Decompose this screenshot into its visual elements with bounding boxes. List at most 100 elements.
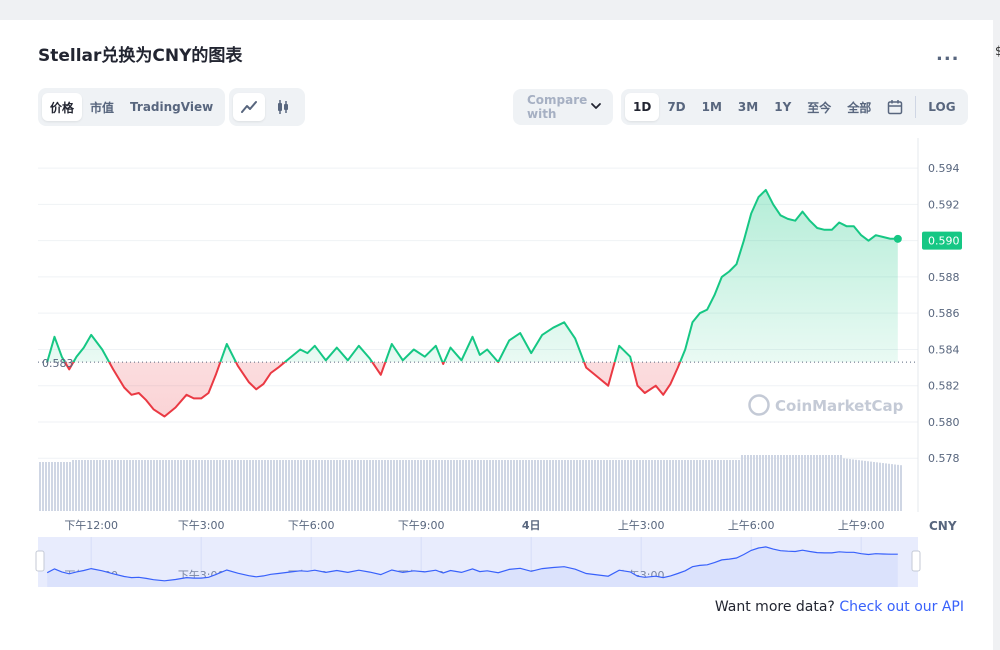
volume-bar	[99, 460, 101, 511]
volume-bar	[39, 462, 41, 511]
volume-bar	[120, 460, 122, 511]
volume-bar	[804, 455, 806, 511]
volume-bar	[456, 460, 458, 511]
volume-bar	[462, 460, 464, 511]
volume-bar	[453, 460, 455, 511]
volume-bar	[591, 460, 593, 511]
volume-bar	[420, 460, 422, 511]
volume-bar	[549, 460, 551, 511]
volume-bar	[882, 463, 884, 511]
volume-bar	[249, 460, 251, 511]
volume-bar	[654, 460, 656, 511]
volume-bar	[411, 460, 413, 511]
volume-bar	[147, 460, 149, 511]
volume-bar	[585, 460, 587, 511]
volume-bar	[540, 460, 542, 511]
volume-bar	[639, 460, 641, 511]
api-promo-link[interactable]: Check out our API	[839, 599, 964, 615]
x-tick-labels: 下午12:00 下午3:00 下午6:00 下午9:00 4日 上午3:00 上午6:00 上…	[64, 519, 884, 532]
volume-bar	[336, 460, 338, 511]
navigator-handle-left[interactable]	[35, 550, 45, 572]
volume-bar	[705, 460, 707, 511]
volume-bar	[282, 460, 284, 511]
volume-bar	[843, 458, 845, 511]
volume-bar	[507, 460, 509, 511]
volume-bar	[657, 460, 659, 511]
x-tick-label: 下午12:00	[64, 519, 118, 532]
volume-bar	[738, 460, 740, 511]
volume-bar	[678, 460, 680, 511]
volume-bar	[750, 455, 752, 511]
volume-bar	[894, 464, 896, 511]
volume-bar	[141, 460, 143, 511]
volume-bar	[48, 462, 50, 511]
volume-bar	[156, 460, 158, 511]
volume-bar	[96, 460, 98, 511]
volume-bar	[543, 460, 545, 511]
volume-bar	[474, 460, 476, 511]
watermark: CoinMarketCap	[748, 394, 904, 416]
volume-bar	[684, 460, 686, 511]
volume-bar	[351, 460, 353, 511]
volume-bar	[450, 460, 452, 511]
volume-bar	[528, 460, 530, 511]
volume-bar	[897, 464, 899, 511]
volume-bar	[237, 460, 239, 511]
volume-bar	[210, 460, 212, 511]
volume-bar	[447, 460, 449, 511]
volume-bar	[93, 460, 95, 511]
volume-bar	[423, 460, 425, 511]
volume-bar	[615, 460, 617, 511]
volume-bar	[492, 460, 494, 511]
volume-bar	[186, 460, 188, 511]
volume-bar	[699, 460, 701, 511]
current-price-label: 0.590	[928, 235, 960, 248]
volume-bar	[663, 460, 665, 511]
volume-bar	[222, 460, 224, 511]
volume-bar	[531, 460, 533, 511]
volume-bar	[765, 455, 767, 511]
volume-bar	[465, 460, 467, 511]
volume-bar	[381, 460, 383, 511]
volume-bar	[510, 460, 512, 511]
range-navigator[interactable]: 下午12:00下午3:00下午6:00下午9:004日上午3:00上午6:00上…	[35, 537, 921, 587]
volume-bar	[681, 460, 683, 511]
volume-bar	[762, 455, 764, 511]
volume-bar	[573, 460, 575, 511]
volume-bar	[432, 460, 434, 511]
volume-bar	[807, 455, 809, 511]
reference-label: 0.583	[42, 357, 74, 370]
volume-bar	[501, 460, 503, 511]
volume-bar	[891, 464, 893, 511]
volume-bar	[789, 455, 791, 511]
volume-bar	[321, 460, 323, 511]
navigator-handle-right[interactable]	[911, 550, 921, 572]
volume-bar	[276, 460, 278, 511]
volume-bar	[252, 460, 254, 511]
volume-bar	[51, 462, 53, 511]
volume-bar	[297, 460, 299, 511]
volume-bar	[621, 460, 623, 511]
x-tick-label: 下午3:00	[178, 519, 225, 532]
volume-bar	[444, 460, 446, 511]
volume-bar	[192, 460, 194, 511]
volume-bar	[597, 460, 599, 511]
volume-bar	[828, 455, 830, 511]
volume-bar	[756, 455, 758, 511]
volume-bar	[417, 460, 419, 511]
volume-bar	[792, 455, 794, 511]
volume-bar	[303, 460, 305, 511]
volume-bar	[648, 460, 650, 511]
volume-bar	[390, 460, 392, 511]
volume-bar	[546, 460, 548, 511]
current-price-dot	[893, 234, 902, 243]
volume-bar	[240, 460, 242, 511]
volume-bar	[879, 462, 881, 511]
volume-bar	[330, 460, 332, 511]
volume-bar	[504, 460, 506, 511]
volume-bar	[849, 459, 851, 511]
volume-bar	[567, 460, 569, 511]
volume-bar	[333, 460, 335, 511]
x-tick-label: 上午9:00	[838, 519, 885, 532]
volume-bar	[771, 455, 773, 511]
